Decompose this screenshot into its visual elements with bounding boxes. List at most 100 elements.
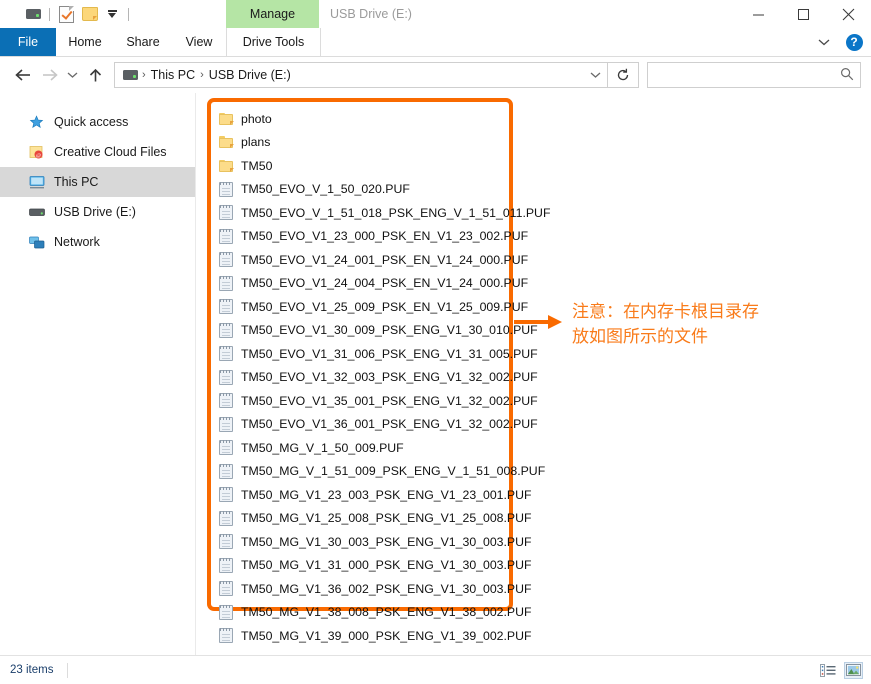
- file-row[interactable]: TM50_EVO_V1_24_004_PSK_EN_V1_24_000.PUF: [207, 272, 528, 296]
- puf-file-icon: [218, 604, 234, 620]
- search-box[interactable]: [647, 62, 861, 88]
- back-button[interactable]: [10, 62, 36, 88]
- sidebar-item-network[interactable]: Network: [0, 227, 195, 257]
- thumbnail-view-icon[interactable]: [844, 661, 863, 679]
- puf-file-icon: [218, 393, 234, 409]
- file-row[interactable]: TM50_EVO_V1_25_009_PSK_EN_V1_25_009.PUF: [207, 295, 528, 319]
- file-row[interactable]: TM50_EVO_V1_35_001_PSK_ENG_V1_32_002.PUF: [207, 389, 538, 413]
- network-icon: [28, 234, 45, 251]
- file-row[interactable]: TM50_MG_V1_38_008_PSK_ENG_V1_38_002.PUF: [207, 601, 532, 625]
- file-row[interactable]: TM50_MG_V1_36_002_PSK_ENG_V1_30_003.PUF: [207, 577, 532, 601]
- details-view-icon[interactable]: [818, 662, 837, 679]
- puf-file-icon: [218, 487, 234, 503]
- sidebar-item-label: Quick access: [54, 115, 129, 129]
- customize-dropdown-icon[interactable]: [103, 5, 121, 23]
- drive-icon[interactable]: [24, 5, 42, 23]
- breadcrumb-item-this-pc[interactable]: This PC: [147, 68, 199, 82]
- puf-file-icon: [218, 205, 234, 221]
- file-row[interactable]: TM50_EVO_V_1_50_020.PUF: [207, 178, 507, 202]
- puf-file-icon: [218, 628, 234, 644]
- search-icon: [840, 67, 854, 84]
- forward-button[interactable]: [36, 62, 62, 88]
- tab-file[interactable]: File: [0, 28, 56, 56]
- up-button[interactable]: [82, 62, 108, 88]
- view-mode-buttons: [818, 656, 863, 684]
- puf-file-icon: [218, 581, 234, 597]
- new-folder-icon[interactable]: [81, 5, 99, 23]
- arrow-icon: [514, 314, 562, 330]
- qat-divider: [49, 7, 50, 21]
- help-icon: ?: [845, 33, 863, 51]
- tab-home[interactable]: Home: [56, 28, 114, 56]
- file-name: TM50_MG_V_1_50_009.PUF: [241, 440, 404, 455]
- puf-file-icon: [218, 369, 234, 385]
- file-row[interactable]: TM50_MG_V_1_51_009_PSK_ENG_V_1_51_008.PU…: [207, 460, 545, 484]
- file-list-pane: photo plans TM50 TM50_EVO_V_1_50_020.PUF TM5…: [196, 93, 871, 655]
- puf-file-icon: [218, 181, 234, 197]
- help-button[interactable]: ?: [837, 28, 871, 56]
- window-title: USB Drive (E:): [330, 7, 412, 21]
- file-row[interactable]: TM50_EVO_V1_30_009_PSK_ENG_V1_30_010.PUF: [207, 319, 538, 343]
- sidebar-item-quick-access[interactable]: Quick access: [0, 107, 195, 137]
- folder-icon: [218, 158, 234, 174]
- refresh-button[interactable]: [608, 62, 639, 88]
- breadcrumb-item-usb-drive[interactable]: USB Drive (E:): [205, 68, 295, 82]
- address-bar: › This PC › USB Drive (E:): [0, 57, 871, 93]
- item-count: 23 items: [10, 664, 54, 676]
- sidebar-item-label: Creative Cloud Files: [54, 145, 167, 159]
- qat-divider-2: [128, 7, 129, 21]
- file-row[interactable]: TM50_EVO_V1_24_001_PSK_EN_V1_24_000.PUF: [207, 248, 528, 272]
- ribbon-right-controls: ?: [811, 28, 871, 56]
- tab-view[interactable]: View: [172, 28, 226, 56]
- recent-locations-button[interactable]: [62, 62, 82, 88]
- file-name: TM50_EVO_V1_24_001_PSK_EN_V1_24_000.PUF: [241, 252, 529, 267]
- file-row[interactable]: TM50_MG_V1_31_000_PSK_ENG_V1_30_003.PUF: [207, 554, 532, 578]
- file-name: TM50_MG_V1_31_000_PSK_ENG_V1_30_003.PUF: [241, 558, 532, 573]
- breadcrumb-dropdown-icon[interactable]: [590, 63, 601, 87]
- file-name: TM50_EVO_V_1_50_020.PUF: [241, 182, 410, 197]
- search-input[interactable]: [654, 67, 840, 83]
- annotation: 注意：在内存卡根目录存 放如图所示的文件: [514, 300, 759, 349]
- puf-file-icon: [218, 416, 234, 432]
- file-name: TM50_EVO_V1_32_003_PSK_ENG_V1_32_002.PUF: [241, 370, 538, 385]
- file-row[interactable]: TM50_EVO_V_1_51_018_PSK_ENG_V_1_51_011.P…: [207, 201, 550, 225]
- file-name: plans: [241, 135, 271, 150]
- chevron-down-icon[interactable]: [811, 28, 837, 56]
- file-row[interactable]: TM50_EVO_V1_36_001_PSK_ENG_V1_32_002.PUF: [207, 413, 538, 437]
- svg-text:@: @: [36, 153, 41, 159]
- sidebar-item-creative-cloud-files[interactable]: @ Creative Cloud Files: [0, 137, 195, 167]
- sidebar-item-this-pc[interactable]: This PC: [0, 167, 195, 197]
- maximize-button[interactable]: [781, 0, 826, 28]
- puf-file-icon: [218, 275, 234, 291]
- minimize-button[interactable]: [736, 0, 781, 28]
- file-name: TM50_MG_V_1_51_009_PSK_ENG_V_1_51_008.PU…: [241, 464, 546, 479]
- file-name: TM50_MG_V1_25_008_PSK_ENG_V1_25_008.PUF: [241, 511, 532, 526]
- tab-drive-tools[interactable]: Drive Tools: [226, 28, 321, 56]
- contextual-tab-manage[interactable]: Manage: [226, 0, 319, 28]
- file-row[interactable]: TM50_EVO_V1_32_003_PSK_ENG_V1_32_002.PUF: [207, 366, 538, 390]
- close-button[interactable]: [826, 0, 871, 28]
- file-name: TM50_MG_V1_39_000_PSK_ENG_V1_39_002.PUF: [241, 628, 532, 643]
- file-row[interactable]: photo: [207, 107, 507, 131]
- breadcrumb[interactable]: › This PC › USB Drive (E:): [114, 62, 608, 88]
- file-name: TM50_MG_V1_30_003_PSK_ENG_V1_30_003.PUF: [241, 534, 532, 549]
- file-row[interactable]: plans: [207, 131, 507, 155]
- explorer-body: Quick access @ Creative Cloud Files This…: [0, 93, 871, 655]
- sidebar-item-usb-drive[interactable]: USB Drive (E:): [0, 197, 195, 227]
- star-icon: [28, 114, 45, 131]
- window-controls: [736, 0, 871, 28]
- file-row[interactable]: TM50_MG_V_1_50_009.PUF: [207, 436, 507, 460]
- file-row[interactable]: TM50_MG_V1_23_003_PSK_ENG_V1_23_001.PUF: [207, 483, 532, 507]
- puf-file-icon: [218, 510, 234, 526]
- file-row[interactable]: TM50_EVO_V1_23_000_PSK_EN_V1_23_002.PUF: [207, 225, 528, 249]
- file-row[interactable]: TM50_EVO_V1_31_006_PSK_ENG_V1_31_005.PUF: [207, 342, 538, 366]
- file-row[interactable]: TM50_MG_V1_30_003_PSK_ENG_V1_30_003.PUF: [207, 530, 532, 554]
- puf-file-icon: [218, 534, 234, 550]
- file-row[interactable]: TM50_MG_V1_39_000_PSK_ENG_V1_39_002.PUF: [207, 624, 532, 648]
- file-row[interactable]: TM50: [207, 154, 507, 178]
- file-name: TM50_MG_V1_36_002_PSK_ENG_V1_30_003.PUF: [241, 581, 532, 596]
- tab-share[interactable]: Share: [114, 28, 172, 56]
- properties-icon[interactable]: [57, 5, 75, 23]
- file-name: TM50: [241, 158, 273, 173]
- file-row[interactable]: TM50_MG_V1_25_008_PSK_ENG_V1_25_008.PUF: [207, 507, 532, 531]
